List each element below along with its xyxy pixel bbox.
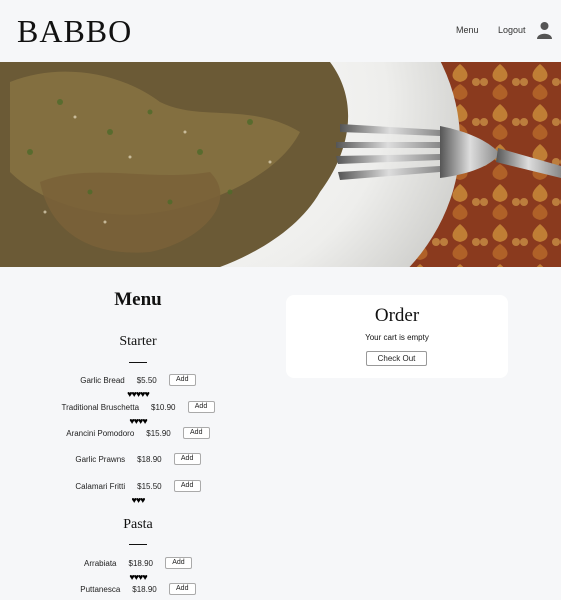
menu-title: Menu: [114, 289, 162, 310]
order-title: Order: [374, 305, 420, 326]
rating-hearts: ♥♥♥: [131, 495, 145, 505]
menu-item-row: Garlic Prawns $18.90 Add: [0, 451, 276, 467]
section-title-pasta: Pasta: [123, 517, 153, 532]
add-button[interactable]: Add: [168, 374, 196, 386]
menu-column: Menu Starter Garlic Bread $5.50 Add ♥♥♥♥…: [0, 267, 276, 600]
section-divider: [129, 544, 147, 545]
hero-image: [0, 62, 561, 267]
item-price: $18.90: [132, 584, 157, 594]
nav-logout-link[interactable]: Logout: [498, 25, 526, 35]
menu-item-row: Arancini Pomodoro $15.90 Add: [0, 425, 276, 441]
rating-hearts: ♥♥♥♥♥: [127, 389, 150, 399]
user-icon[interactable]: [537, 21, 552, 39]
add-button[interactable]: Add: [164, 557, 192, 569]
site-header: BABBO Menu Logout: [0, 0, 561, 62]
item-name: Garlic Prawns: [75, 454, 126, 464]
item-name: Arrabiata: [84, 558, 117, 568]
order-panel: Order Your cart is empty Check Out: [286, 295, 508, 378]
checkout-button[interactable]: Check Out: [366, 351, 427, 366]
item-name: Garlic Bread: [80, 375, 125, 385]
menu-item-row: Calamari Fritti $15.50 Add: [0, 478, 276, 494]
menu-item-row: Arrabiata $18.90 Add: [0, 555, 276, 571]
section-title-starter: Starter: [119, 334, 157, 349]
item-price: $15.90: [146, 428, 171, 438]
menu-item-row: Garlic Bread $5.50 Add: [0, 372, 276, 388]
item-name: Traditional Bruschetta: [61, 402, 140, 412]
item-name: Puttanesca: [80, 584, 121, 594]
item-price: $5.50: [136, 375, 157, 385]
item-price: $18.90: [128, 558, 153, 568]
section-divider: [129, 362, 147, 363]
item-price: $18.90: [137, 454, 162, 464]
add-button[interactable]: Add: [187, 401, 215, 413]
item-name: Arancini Pomodoro: [66, 428, 135, 438]
menu-item-row: Puttanesca $18.90 Add: [0, 581, 276, 597]
item-price: $15.50: [137, 481, 162, 491]
add-button[interactable]: Add: [168, 583, 196, 595]
item-name: Calamari Fritti: [75, 481, 126, 491]
item-price: $10.90: [151, 402, 176, 412]
site-logo[interactable]: BABBO: [17, 13, 132, 50]
nav-menu-link[interactable]: Menu: [456, 25, 479, 35]
add-button[interactable]: Add: [182, 427, 210, 439]
add-button[interactable]: Add: [173, 480, 201, 492]
add-button[interactable]: Add: [173, 453, 201, 465]
menu-item-row: Traditional Bruschetta $10.90 Add: [0, 399, 276, 415]
cart-empty-message: Your cart is empty: [365, 333, 429, 342]
